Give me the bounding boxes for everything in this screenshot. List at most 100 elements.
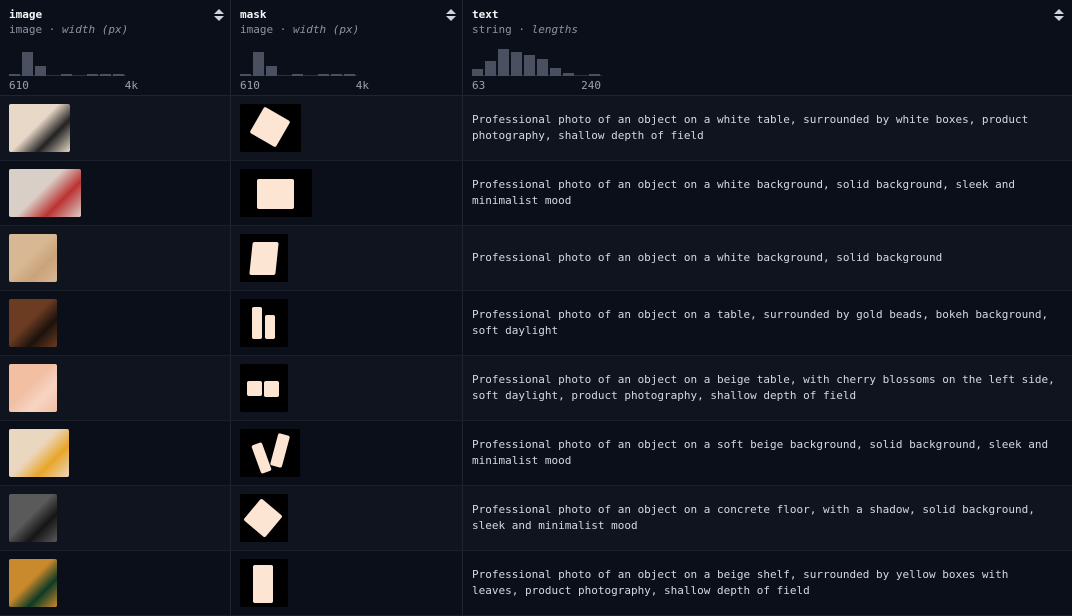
caption-text: Professional photo of an object on a whi… — [472, 178, 1016, 207]
image-thumbnail[interactable] — [9, 299, 57, 347]
text-cell[interactable]: Professional photo of an object on a tab… — [463, 291, 1070, 355]
column-title: image — [9, 8, 43, 21]
table-row[interactable]: Professional photo of an object on a whi… — [0, 226, 1072, 291]
histogram-bar — [35, 66, 46, 76]
text-cell[interactable]: Professional photo of an object on a whi… — [463, 226, 1070, 290]
mask-thumbnail[interactable] — [240, 364, 288, 412]
mask-thumbnail[interactable] — [240, 234, 288, 282]
image-cell[interactable] — [0, 421, 231, 485]
column-title: text — [472, 8, 499, 21]
image-cell[interactable] — [0, 96, 231, 160]
mask-cell[interactable] — [231, 96, 463, 160]
text-cell[interactable]: Professional photo of an object on a bei… — [463, 356, 1070, 420]
histogram-bar — [537, 59, 548, 76]
image-cell[interactable] — [0, 161, 231, 225]
histogram-bar — [253, 52, 264, 76]
image-thumbnail[interactable] — [9, 234, 57, 282]
mask-shape — [243, 498, 283, 538]
table-row[interactable]: Professional photo of an object on a whi… — [0, 96, 1072, 161]
text-cell[interactable]: Professional photo of an object on a sof… — [463, 421, 1070, 485]
histogram-bar — [498, 49, 509, 76]
mask-cell[interactable] — [231, 291, 463, 355]
table-body: Professional photo of an object on a whi… — [0, 96, 1072, 616]
image-cell[interactable] — [0, 551, 231, 615]
caption-text: Professional photo of an object on a bei… — [472, 373, 1055, 402]
mask-cell[interactable] — [231, 486, 463, 550]
image-thumbnail[interactable] — [9, 104, 70, 152]
caption-text: Professional photo of an object on a bei… — [472, 568, 1009, 597]
histogram-bar — [87, 74, 98, 76]
table-header: image image · width (px) 610 4k mask imag… — [0, 0, 1072, 96]
mask-thumbnail[interactable] — [240, 299, 288, 347]
histogram-range: 610 4k — [9, 79, 138, 92]
mask-shape — [265, 315, 275, 339]
column-type: image · width (px) — [240, 23, 360, 36]
mask-shape — [251, 442, 272, 474]
mask-thumbnail[interactable] — [240, 429, 300, 477]
histogram-bar — [472, 69, 483, 76]
column-type: string · lengths — [472, 23, 578, 36]
table-row[interactable]: Professional photo of an object on a whi… — [0, 161, 1072, 226]
histogram-bar — [113, 74, 124, 76]
caption-text: Professional photo of an object on a whi… — [472, 251, 943, 264]
mask-thumbnail[interactable] — [240, 494, 288, 542]
column-header-text[interactable]: text string · lengths 63 240 — [463, 0, 1070, 95]
mask-shape — [249, 106, 291, 148]
histogram-bar — [344, 74, 355, 76]
sort-icon[interactable] — [214, 9, 224, 21]
mask-shape — [247, 381, 262, 396]
histogram-bar — [9, 74, 20, 76]
text-cell[interactable]: Professional photo of an object on a con… — [463, 486, 1070, 550]
caption-text: Professional photo of an object on a sof… — [472, 438, 1049, 467]
mask-shape — [257, 179, 294, 209]
dataset-viewer: image image · width (px) 610 4k mask imag… — [0, 0, 1072, 616]
image-cell[interactable] — [0, 226, 231, 290]
image-thumbnail[interactable] — [9, 494, 57, 542]
column-header-mask[interactable]: mask image · width (px) 610 4k — [231, 0, 463, 95]
text-cell[interactable]: Professional photo of an object on a whi… — [463, 96, 1070, 160]
table-row[interactable]: Professional photo of an object on a tab… — [0, 291, 1072, 356]
histogram-bar — [100, 74, 111, 76]
mask-thumbnail[interactable] — [240, 169, 312, 217]
image-thumbnail[interactable] — [9, 429, 69, 477]
mask-shape — [249, 242, 279, 275]
histogram-bar — [589, 74, 600, 76]
table-row[interactable]: Professional photo of an object on a sof… — [0, 421, 1072, 486]
histogram-range: 610 4k — [240, 79, 369, 92]
table-row[interactable]: Professional photo of an object on a bei… — [0, 551, 1072, 616]
text-cell[interactable]: Professional photo of an object on a bei… — [463, 551, 1070, 615]
text-cell[interactable]: Professional photo of an object on a whi… — [463, 161, 1070, 225]
mask-thumbnail[interactable] — [240, 104, 301, 152]
mask-shape — [253, 565, 273, 603]
histogram-bar — [511, 52, 522, 76]
image-thumbnail[interactable] — [9, 364, 57, 412]
sort-icon[interactable] — [446, 9, 456, 21]
mask-cell[interactable] — [231, 226, 463, 290]
mask-cell[interactable] — [231, 421, 463, 485]
mask-shape — [264, 381, 279, 397]
mask-cell[interactable] — [231, 356, 463, 420]
image-cell[interactable] — [0, 356, 231, 420]
histogram-bar — [240, 74, 251, 76]
table-row[interactable]: Professional photo of an object on a bei… — [0, 356, 1072, 421]
histogram-bar — [331, 74, 342, 76]
column-header-image[interactable]: image image · width (px) 610 4k — [0, 0, 231, 95]
histogram-bar — [563, 73, 574, 76]
image-cell[interactable] — [0, 291, 231, 355]
column-title: mask — [240, 8, 267, 21]
mask-thumbnail[interactable] — [240, 559, 288, 607]
image-thumbnail[interactable] — [9, 559, 57, 607]
column-type: image · width (px) — [9, 23, 129, 36]
sort-icon[interactable] — [1054, 9, 1064, 21]
mask-cell[interactable] — [231, 551, 463, 615]
image-cell[interactable] — [0, 486, 231, 550]
mask-shape — [269, 433, 291, 468]
histogram-range: 63 240 — [472, 79, 601, 92]
histogram-bar — [318, 74, 329, 76]
histogram-bar — [22, 52, 33, 76]
caption-text: Professional photo of an object on a tab… — [472, 308, 1049, 337]
table-row[interactable]: Professional photo of an object on a con… — [0, 486, 1072, 551]
mask-cell[interactable] — [231, 161, 463, 225]
image-thumbnail[interactable] — [9, 169, 81, 217]
mask-shape — [252, 307, 262, 339]
